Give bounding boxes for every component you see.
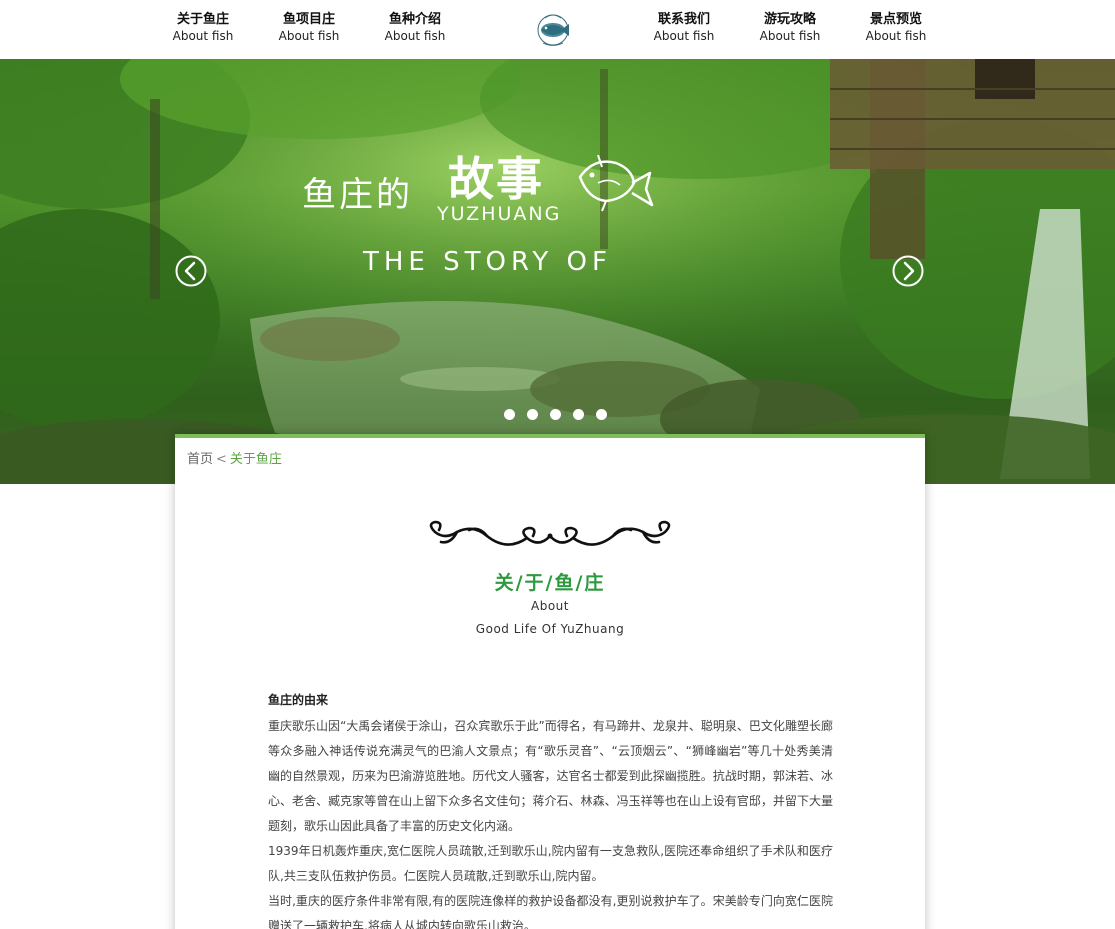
- slide-dot-1[interactable]: [504, 409, 515, 420]
- nav-item-label: 游玩攻略: [763, 12, 816, 27]
- breadcrumb: 首页 < 关于鱼庄: [187, 448, 282, 467]
- nav-item-label: 鱼项目庄: [282, 12, 335, 27]
- prev-slide-button[interactable]: [175, 255, 207, 287]
- next-slide-button[interactable]: [892, 255, 924, 287]
- hero-banner: 鱼庄的 故事 YUZHUANG THE STORY OF: [0, 59, 1115, 484]
- slide-dot-3[interactable]: [550, 409, 561, 420]
- nav-item-sublabel: About fish: [384, 29, 446, 43]
- slide-dot-4[interactable]: [573, 409, 584, 420]
- nav-item-sublabel: About fish: [653, 29, 715, 43]
- nav-item-contact[interactable]: 联系我们 About fish: [644, 11, 724, 44]
- nav-item-scenic-preview[interactable]: 景点预览 About fish: [856, 11, 936, 44]
- nav-item-about-yuzhuang[interactable]: 关于鱼庄 About fish: [163, 11, 243, 44]
- breadcrumb-separator: <: [216, 452, 227, 467]
- top-navigation: 关于鱼庄 About fish 鱼项目庄 About fish 鱼种介绍 Abo…: [0, 0, 1115, 59]
- nav-item-label: 鱼种介绍: [388, 12, 441, 27]
- nav-item-label: 关于鱼庄: [176, 12, 229, 27]
- nav-item-projects[interactable]: 鱼项目庄 About fish: [269, 11, 349, 44]
- nav-item-sublabel: About fish: [865, 29, 927, 43]
- hero-title-big: 故事: [448, 152, 544, 206]
- fish-icon: [578, 155, 654, 212]
- nav-item-sublabel: About fish: [172, 29, 234, 43]
- article-paragraph: 1939年日机轰炸重庆,宽仁医院人员疏散,迁到歌乐山,院内留有一支急救队,医院还…: [268, 844, 833, 883]
- article: 鱼庄的由来 重庆歌乐山因“大禹会诸侯于涂山，召众宾歌乐于此”而得名，有马蹄井、龙…: [268, 688, 833, 929]
- hero-title-small: 鱼庄的: [302, 175, 413, 215]
- nav-item-travel-guide[interactable]: 游玩攻略 About fish: [750, 11, 830, 44]
- section-title: 关/于/鱼/庄: [494, 572, 606, 594]
- section-subtitle-en2: Good Life Of YuZhuang: [475, 622, 625, 636]
- hero-story-text: THE STORY OF: [363, 247, 612, 277]
- decorative-scroll-ornament: [429, 520, 671, 546]
- article-heading: 鱼庄的由来: [268, 693, 329, 707]
- section-subtitle-en: About: [531, 599, 569, 613]
- breadcrumb-home-link[interactable]: 首页: [187, 452, 213, 467]
- content-card: 首页 < 关于鱼庄 关/于/鱼/庄 About Good Life Of YuZhu…: [175, 434, 925, 929]
- nav-item-label: 景点预览: [869, 12, 922, 27]
- slide-dot-5[interactable]: [596, 409, 607, 420]
- slide-dot-2[interactable]: [527, 409, 538, 420]
- article-paragraph: 当时,重庆的医疗条件非常有限,有的医院连像样的救护设备都没有,更别说救护车了。宋…: [268, 894, 833, 929]
- breadcrumb-current[interactable]: 关于鱼庄: [230, 452, 282, 467]
- nav-item-sublabel: About fish: [759, 29, 821, 43]
- nav-item-fish-species[interactable]: 鱼种介绍 About fish: [375, 11, 455, 44]
- yuzhuang-logo-icon[interactable]: [531, 6, 575, 50]
- nav-item-sublabel: About fish: [278, 29, 340, 43]
- article-paragraph: 重庆歌乐山因“大禹会诸侯于涂山，召众宾歌乐于此”而得名，有马蹄井、龙泉井、聪明泉…: [268, 719, 833, 833]
- hero-pinyin: YUZHUANG: [437, 203, 562, 225]
- nav-item-label: 联系我们: [657, 12, 710, 27]
